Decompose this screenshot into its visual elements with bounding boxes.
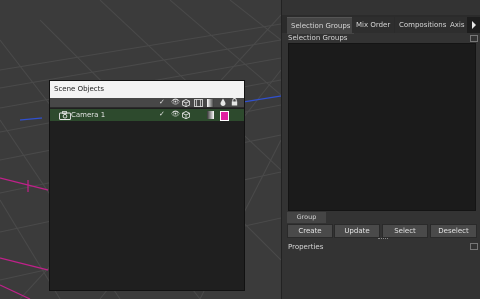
visible-check-icon[interactable]: ✓ [159, 110, 165, 119]
gradient-icon[interactable] [207, 111, 214, 119]
group-name-tab[interactable]: Group Name [287, 212, 326, 232]
lock-icon[interactable] [231, 98, 238, 106]
selection-groups-list[interactable] [288, 43, 476, 211]
properties-label: Properties [288, 243, 324, 251]
panel-options-icon[interactable] [470, 243, 478, 250]
create-button[interactable]: Create [287, 224, 333, 238]
scene-object-row-camera[interactable]: Camera 1 ✓ 👁 [50, 109, 244, 121]
selection-groups-label: Selection Groups [288, 34, 348, 42]
chevron-right-icon[interactable] [467, 17, 480, 33]
update-button[interactable]: Update [334, 224, 380, 238]
right-panel: Selection Groups Mix Order Compositions … [281, 0, 480, 299]
tab-axis[interactable]: Axis [446, 17, 469, 33]
deselect-button[interactable]: Deselect [430, 224, 477, 238]
tab-bar: Selection Groups Mix Order Compositions … [282, 15, 480, 34]
tab-mix-order[interactable]: Mix Order [352, 17, 395, 33]
eye-icon[interactable]: 👁 [171, 110, 180, 119]
scene-object-name: Camera 1 [71, 111, 106, 119]
film-icon[interactable] [194, 99, 203, 107]
scene-objects-title[interactable]: Scene Objects [50, 81, 244, 98]
scene-objects-window: Scene Objects ✓ 👁 Camera 1 ✓ 👁 [49, 80, 245, 291]
gradient-icon[interactable] [207, 99, 214, 107]
select-button[interactable]: Select [382, 224, 428, 238]
tab-compositions[interactable]: Compositions [395, 17, 451, 33]
tab-selection-groups[interactable]: Selection Groups [287, 17, 355, 34]
camera-icon [59, 111, 71, 120]
panel-options-icon[interactable] [470, 35, 478, 42]
cube-icon[interactable] [182, 99, 190, 107]
tab-scroll-arrows[interactable] [467, 17, 480, 33]
visible-check-icon[interactable]: ✓ [159, 98, 165, 107]
cube-icon[interactable] [182, 111, 190, 119]
color-swatch[interactable] [220, 111, 229, 121]
eye-icon[interactable]: 👁 [171, 98, 180, 107]
drop-icon[interactable] [220, 98, 226, 106]
splitter-handle[interactable] [378, 238, 388, 241]
scene-objects-header: ✓ 👁 [50, 98, 244, 108]
